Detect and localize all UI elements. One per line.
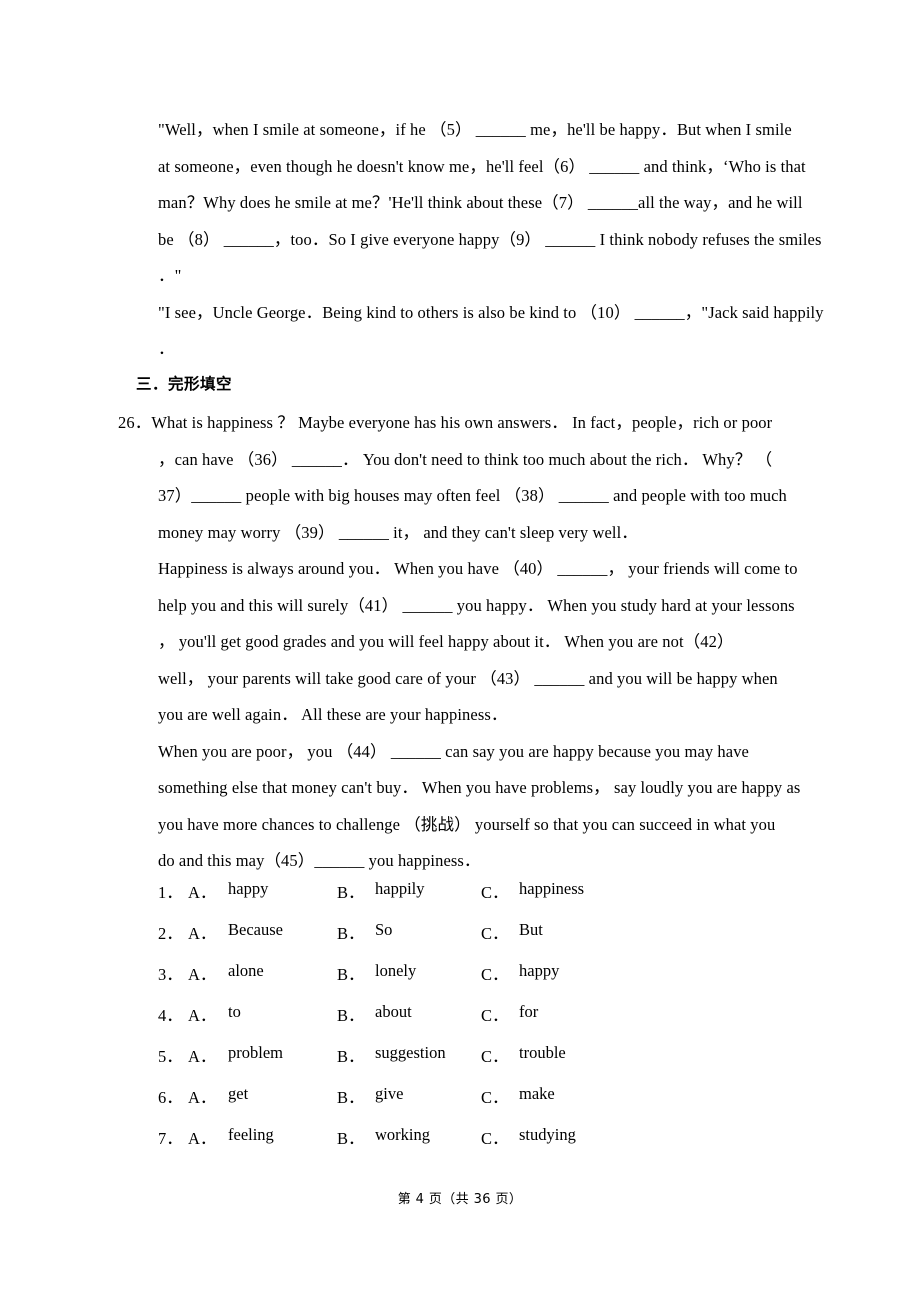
- passage-line: "Well，when I smile at someone，if he （5） …: [158, 120, 792, 139]
- option-b-key[interactable]: B．: [337, 961, 365, 985]
- option-c-key[interactable]: C．: [481, 920, 509, 944]
- option-b-text[interactable]: happily: [375, 879, 425, 899]
- option-row-number: 5．: [158, 1047, 183, 1066]
- option-c-key[interactable]: C．: [481, 1084, 509, 1108]
- option-a-text[interactable]: problem: [228, 1043, 283, 1063]
- option-c-text[interactable]: But: [519, 920, 543, 940]
- option-b-key[interactable]: B．: [337, 1084, 365, 1108]
- option-row: 2． A． Because B． So C． But: [158, 920, 718, 961]
- option-b-text[interactable]: working: [375, 1125, 430, 1145]
- option-a-key[interactable]: A．: [188, 961, 216, 985]
- option-c-key[interactable]: C．: [481, 879, 509, 903]
- option-row: 7． A． feeling B． working C． studying: [158, 1125, 718, 1166]
- cloze-line: well， your parents will take good care o…: [158, 668, 778, 688]
- option-a-key[interactable]: A．: [188, 920, 216, 944]
- option-b-key[interactable]: B．: [337, 879, 365, 903]
- option-row: 5． A． problem B． suggestion C． trouble: [158, 1043, 718, 1084]
- cloze-line: help you and this will surely（41） ______…: [158, 595, 795, 615]
- option-row-number: 4．: [158, 1006, 183, 1025]
- option-b-text[interactable]: about: [375, 1002, 412, 1022]
- option-a-key[interactable]: A．: [188, 1002, 216, 1026]
- option-c-text[interactable]: happy: [519, 961, 559, 981]
- option-row-number: 3．: [158, 965, 183, 984]
- option-b-text[interactable]: give: [375, 1084, 403, 1104]
- option-b-text[interactable]: suggestion: [375, 1043, 446, 1063]
- option-a-key[interactable]: A．: [188, 1125, 216, 1149]
- option-b-key[interactable]: B．: [337, 1002, 365, 1026]
- passage-line: man？Why does he smile at me？'He'll think…: [158, 193, 803, 212]
- option-row: 4． A． to B． about C． for: [158, 1002, 718, 1043]
- passage-continuation: "Well，when I smile at someone，if he （5） …: [158, 112, 824, 368]
- option-b-text[interactable]: So: [375, 920, 392, 940]
- passage-line: ．: [158, 339, 175, 358]
- option-b-key[interactable]: B．: [337, 1125, 365, 1149]
- option-c-text[interactable]: make: [519, 1084, 555, 1104]
- option-c-key[interactable]: C．: [481, 1043, 509, 1067]
- option-a-text[interactable]: alone: [228, 961, 264, 981]
- cloze-line: ，can have （36） ______． You don't need to…: [158, 449, 773, 469]
- option-a-text[interactable]: feeling: [228, 1125, 274, 1145]
- option-c-text[interactable]: studying: [519, 1125, 576, 1145]
- option-a-text[interactable]: Because: [228, 920, 283, 940]
- cloze-line: 37）______ people with big houses may oft…: [158, 486, 787, 505]
- exam-page: "Well，when I smile at someone，if he （5） …: [0, 0, 920, 1302]
- option-a-text[interactable]: to: [228, 1002, 241, 1022]
- option-row-number: 7．: [158, 1129, 183, 1148]
- cloze-line: When you are poor， you （44） ______ can s…: [158, 741, 749, 761]
- option-row: 1． A． happy B． happily C． happiness: [158, 879, 718, 920]
- option-c-key[interactable]: C．: [481, 1002, 509, 1026]
- cloze-question-26: 26．What is happiness ？ Maybe everyone ha…: [118, 405, 818, 880]
- question-number: 26．: [118, 413, 152, 432]
- passage-line: be （8） ______，too．So I give everyone hap…: [158, 229, 822, 249]
- option-row-number: 1．: [158, 883, 183, 902]
- option-row-number: 2．: [158, 924, 183, 943]
- option-a-key[interactable]: A．: [188, 1043, 216, 1067]
- option-c-key[interactable]: C．: [481, 1125, 509, 1149]
- option-a-key[interactable]: A．: [188, 879, 216, 903]
- page-footer: 第 4 页（共 36 页）: [397, 1192, 523, 1207]
- section-heading: 三．完形填空: [136, 375, 233, 393]
- option-a-text[interactable]: get: [228, 1084, 248, 1104]
- cloze-line: 26．What is happiness ？ Maybe everyone ha…: [118, 405, 818, 442]
- cloze-line: you are well again． All these are your h…: [158, 705, 508, 724]
- option-b-key[interactable]: B．: [337, 1043, 365, 1067]
- option-a-key[interactable]: A．: [188, 1084, 216, 1108]
- cloze-line: Happiness is always around you． When you…: [158, 559, 798, 578]
- option-row-number: 6．: [158, 1088, 183, 1107]
- cloze-line: something else that money can't buy． Whe…: [158, 778, 801, 797]
- cloze-line: ， you'll get good grades and you will fe…: [158, 632, 734, 651]
- passage-line: "I see，Uncle George．Being kind to others…: [158, 302, 824, 322]
- option-b-text[interactable]: lonely: [375, 961, 416, 981]
- cloze-line: you have more chances to challenge （挑战） …: [158, 814, 776, 834]
- option-c-key[interactable]: C．: [481, 961, 509, 985]
- option-b-key[interactable]: B．: [337, 920, 365, 944]
- option-a-text[interactable]: happy: [228, 879, 268, 899]
- option-c-text[interactable]: happiness: [519, 879, 584, 899]
- passage-line: ．": [158, 266, 182, 285]
- answer-options-list: 1． A． happy B． happily C． happiness 2． A…: [158, 879, 718, 1166]
- option-row: 3． A． alone B． lonely C． happy: [158, 961, 718, 1002]
- option-c-text[interactable]: trouble: [519, 1043, 566, 1063]
- option-c-text[interactable]: for: [519, 1002, 538, 1022]
- cloze-line: do and this may（45）______ you happiness．: [158, 851, 481, 870]
- passage-line: at someone，even though he doesn't know m…: [158, 156, 806, 176]
- cloze-line: money may worry （39） ______ it， and they…: [158, 522, 638, 542]
- option-row: 6． A． get B． give C． make: [158, 1084, 718, 1125]
- cloze-line-text: What is happiness ？ Maybe everyone has h…: [151, 413, 773, 432]
